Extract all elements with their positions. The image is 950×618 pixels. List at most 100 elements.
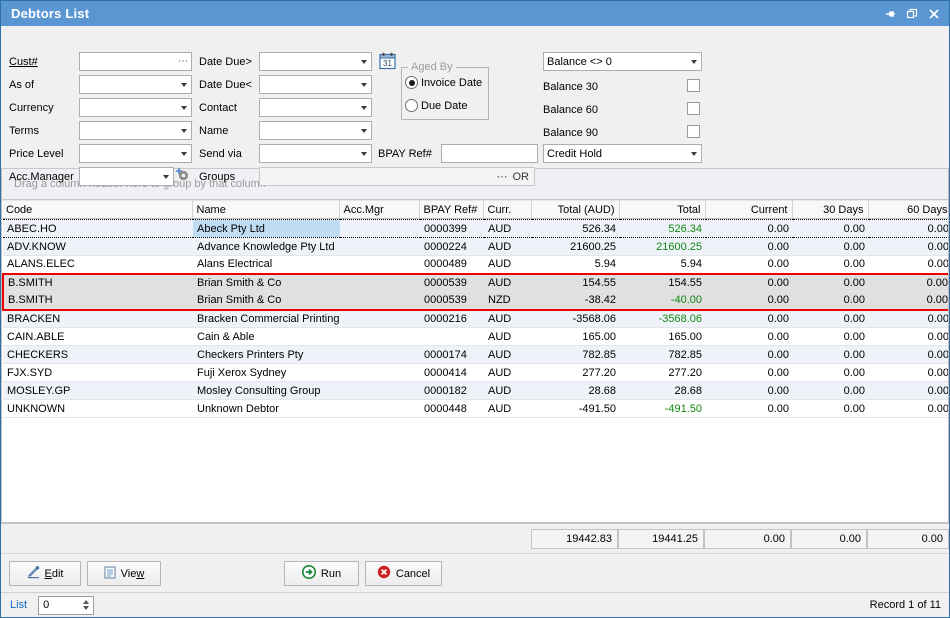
- cell-curr[interactable]: AUD: [484, 346, 532, 364]
- cell-total[interactable]: 28.68: [620, 382, 706, 400]
- chevron-down-icon[interactable]: [158, 168, 173, 185]
- cell-days30[interactable]: 0.00: [793, 310, 869, 328]
- cell-days30[interactable]: 0.00: [793, 382, 869, 400]
- chevron-down-icon[interactable]: [176, 99, 191, 116]
- grid-header-code[interactable]: Code: [2, 201, 192, 219]
- cell-days30[interactable]: 0.00: [793, 364, 869, 382]
- cell-total[interactable]: -491.50: [620, 400, 706, 418]
- contact-combo[interactable]: [259, 98, 372, 117]
- cell-bpay[interactable]: 0000174: [420, 346, 484, 364]
- radio-due-date[interactable]: Due Date: [405, 99, 467, 112]
- cell-accmgr[interactable]: [340, 400, 420, 418]
- cell-code[interactable]: ALANS.ELEC: [3, 256, 193, 274]
- restore-icon[interactable]: [901, 3, 923, 24]
- cell-total_aud[interactable]: -3568.06: [532, 310, 620, 328]
- table-row[interactable]: CHECKERSCheckers Printers Pty0000174AUD7…: [3, 346, 948, 364]
- cell-accmgr[interactable]: [340, 238, 420, 256]
- cell-current[interactable]: 0.00: [706, 382, 793, 400]
- record-spinner[interactable]: 0: [38, 596, 94, 615]
- cell-curr[interactable]: AUD: [484, 238, 532, 256]
- cell-curr[interactable]: AUD: [484, 220, 532, 238]
- cell-current[interactable]: 0.00: [706, 274, 793, 292]
- cell-total_aud[interactable]: 165.00: [532, 328, 620, 346]
- cell-code[interactable]: B.SMITH: [3, 292, 193, 310]
- cancel-button[interactable]: Cancel: [365, 561, 442, 586]
- grid-header-days30[interactable]: 30 Days: [792, 201, 868, 219]
- cell-name[interactable]: Brian Smith & Co: [193, 274, 340, 292]
- cell-days60[interactable]: 0.00: [869, 346, 948, 364]
- cell-bpay[interactable]: 0000182: [420, 382, 484, 400]
- cell-current[interactable]: 0.00: [706, 220, 793, 238]
- table-row[interactable]: CAIN.ABLECain & AbleAUD165.00165.000.000…: [3, 328, 948, 346]
- grid-header-bpay[interactable]: BPAY Ref#: [419, 201, 483, 219]
- cell-code[interactable]: FJX.SYD: [3, 364, 193, 382]
- cell-curr[interactable]: NZD: [484, 292, 532, 310]
- cell-name[interactable]: Bracken Commercial Printing: [193, 310, 340, 328]
- chevron-down-icon[interactable]: [356, 53, 371, 70]
- cust-input[interactable]: ⋯: [79, 52, 192, 71]
- cust-ellipsis-icon[interactable]: ⋯: [176, 53, 191, 70]
- groups-input[interactable]: ⋯ OR: [259, 167, 535, 186]
- sendvia-combo[interactable]: [259, 144, 372, 163]
- cell-name[interactable]: Alans Electrical: [193, 256, 340, 274]
- cell-total[interactable]: 165.00: [620, 328, 706, 346]
- grid-header-total[interactable]: Total: [619, 201, 705, 219]
- cell-total[interactable]: 782.85: [620, 346, 706, 364]
- cell-total_aud[interactable]: 782.85: [532, 346, 620, 364]
- cell-name[interactable]: Mosley Consulting Group: [193, 382, 340, 400]
- chevron-down-icon[interactable]: [356, 145, 371, 162]
- balance60-checkbox[interactable]: [687, 102, 700, 115]
- cell-days30[interactable]: 0.00: [793, 400, 869, 418]
- cell-total_aud[interactable]: 21600.25: [532, 238, 620, 256]
- cell-total[interactable]: 5.94: [620, 256, 706, 274]
- cell-current[interactable]: 0.00: [706, 400, 793, 418]
- cell-current[interactable]: 0.00: [706, 328, 793, 346]
- cell-accmgr[interactable]: [340, 256, 420, 274]
- cell-current[interactable]: 0.00: [706, 238, 793, 256]
- table-row[interactable]: UNKNOWNUnknown Debtor0000448AUD-491.50-4…: [3, 400, 948, 418]
- grid-body[interactable]: ABEC.HOAbeck Pty Ltd0000399AUD526.34526.…: [2, 219, 948, 522]
- cell-days30[interactable]: 0.00: [793, 292, 869, 310]
- cell-total_aud[interactable]: 526.34: [532, 220, 620, 238]
- cell-code[interactable]: CHECKERS: [3, 346, 193, 364]
- cell-total[interactable]: 526.34: [620, 220, 706, 238]
- chevron-down-icon[interactable]: [176, 122, 191, 139]
- cell-days60[interactable]: 0.00: [869, 400, 948, 418]
- cell-accmgr[interactable]: [340, 310, 420, 328]
- cell-days60[interactable]: 0.00: [869, 238, 948, 256]
- cell-total[interactable]: 21600.25: [620, 238, 706, 256]
- cell-name[interactable]: Unknown Debtor: [193, 400, 340, 418]
- cell-bpay[interactable]: 0000224: [420, 238, 484, 256]
- cell-total[interactable]: 154.55: [620, 274, 706, 292]
- calendar-icon[interactable]: 31: [379, 52, 396, 73]
- cell-code[interactable]: MOSLEY.GP: [3, 382, 193, 400]
- cell-curr[interactable]: AUD: [484, 310, 532, 328]
- cell-accmgr[interactable]: [340, 220, 420, 238]
- grid-header-total_aud[interactable]: Total (AUD): [531, 201, 619, 219]
- cell-days60[interactable]: 0.00: [869, 364, 948, 382]
- cell-accmgr[interactable]: [340, 364, 420, 382]
- cell-code[interactable]: ABEC.HO: [3, 220, 193, 238]
- bpay-input[interactable]: [441, 144, 538, 163]
- terms-combo[interactable]: [79, 121, 192, 140]
- cell-accmgr[interactable]: [340, 292, 420, 310]
- table-row[interactable]: BRACKENBracken Commercial Printing000021…: [3, 310, 948, 328]
- cell-total[interactable]: -40.00: [620, 292, 706, 310]
- table-row[interactable]: B.SMITHBrian Smith & Co0000539NZD-38.42-…: [3, 292, 948, 310]
- pricelevel-combo[interactable]: [79, 144, 192, 163]
- cell-bpay[interactable]: 0000216: [420, 310, 484, 328]
- cell-name[interactable]: Checkers Printers Pty: [193, 346, 340, 364]
- grid-header-current[interactable]: Current: [705, 201, 792, 219]
- datedue-lt-combo[interactable]: [259, 75, 372, 94]
- table-row[interactable]: B.SMITHBrian Smith & Co0000539AUD154.551…: [3, 274, 948, 292]
- cell-days30[interactable]: 0.00: [793, 346, 869, 364]
- spinner-arrows-icon[interactable]: [79, 597, 93, 614]
- cell-current[interactable]: 0.00: [706, 346, 793, 364]
- name-combo[interactable]: [259, 121, 372, 140]
- cell-total_aud[interactable]: 28.68: [532, 382, 620, 400]
- close-icon[interactable]: [923, 3, 945, 24]
- grid-header-curr[interactable]: Curr.: [483, 201, 531, 219]
- table-row[interactable]: MOSLEY.GPMosley Consulting Group0000182A…: [3, 382, 948, 400]
- asof-combo[interactable]: [79, 75, 192, 94]
- cell-total_aud[interactable]: 5.94: [532, 256, 620, 274]
